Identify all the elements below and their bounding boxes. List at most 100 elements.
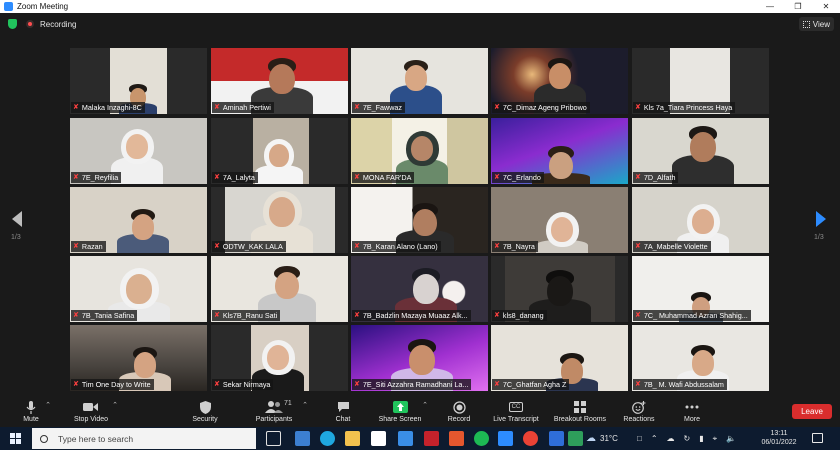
file-explorer-icon[interactable] (345, 431, 360, 446)
record-button[interactable]: Record (445, 398, 473, 427)
live-transcript-button[interactable]: CC Live Transcript (489, 398, 543, 427)
person-face (269, 144, 289, 167)
participant-tile[interactable]: ✘ 7E_Reyfilia (70, 118, 207, 184)
store-app-icon[interactable] (371, 431, 386, 446)
onedrive-icon[interactable]: ☁ (667, 434, 675, 443)
participant-tile[interactable]: ✘ Sekar Nirmaya (211, 325, 348, 391)
muted-mic-icon: ✘ (494, 104, 500, 111)
person-face (132, 214, 154, 240)
participant-tile[interactable]: ✘ 7C_ Muhammad Azran Shahig... (632, 256, 769, 322)
participant-tile[interactable]: ✘ Kls7B_Ranu Sati (211, 256, 348, 322)
meeting-top-bar: Recording View (0, 13, 840, 35)
participant-tile[interactable]: ✘ Aminah Pertiwi (211, 48, 348, 114)
zoom-taskbar-icon[interactable] (498, 431, 513, 446)
person-face (549, 151, 573, 180)
participant-name-tag: ✘ Sekar Nirmaya (212, 379, 274, 390)
security-label: Security (192, 416, 218, 423)
participant-name: Kls7B_Ranu Sati (222, 311, 278, 320)
video-options-caret[interactable]: ⌃ (111, 398, 119, 427)
maximize-icon[interactable]: ❐ (784, 0, 812, 13)
search-icon (40, 434, 48, 443)
participant-tile[interactable]: ✘ Malaka Inzaghi-8C (70, 48, 207, 114)
encryption-shield-icon[interactable] (8, 19, 17, 29)
window-controls: — ❐ ✕ (756, 0, 840, 13)
page-indicator-left: 1/3 (11, 234, 21, 241)
muted-mic-icon: ✘ (354, 104, 360, 111)
participants-options-caret[interactable]: ⌃ (301, 398, 309, 427)
person-face (692, 350, 714, 376)
task-view-icon[interactable] (266, 431, 281, 446)
participant-tile[interactable]: ✘ 7B_Badzlin Mazaya Muaaz Alk... (351, 256, 488, 322)
stop-video-button[interactable]: Stop Video (70, 398, 112, 427)
office-icon[interactable] (449, 431, 464, 446)
mcafee-icon[interactable] (424, 431, 439, 446)
mute-options-caret[interactable]: ⌃ (44, 398, 52, 427)
reactions-button[interactable]: Reactions (621, 398, 657, 427)
notification-icon[interactable] (812, 433, 823, 443)
l-app-icon[interactable] (398, 431, 413, 446)
view-button[interactable]: View (798, 17, 834, 31)
participant-tile[interactable]: ✘ Kls 7a_Tiara Princess Haya (632, 48, 769, 114)
participant-tile[interactable]: ✘ 7B_ M. Wafi Abdussalam (632, 325, 769, 391)
share-options-caret[interactable]: ⌃ (421, 398, 429, 427)
muted-mic-icon: ✘ (73, 243, 79, 250)
wifi-icon[interactable]: ⌖ (713, 434, 718, 444)
participant-tile[interactable]: ✘ Tim One Day to Write (70, 325, 207, 391)
participant-name-tag: ✘ 7C_ Muhammad Azran Shahig... (633, 310, 751, 321)
chat-button[interactable]: Chat (330, 398, 356, 427)
participant-name: 7C_ Muhammad Azran Shahig... (643, 311, 748, 320)
muted-mic-icon: ✘ (214, 312, 220, 319)
leave-button[interactable]: Leave (792, 404, 832, 419)
share-screen-button[interactable]: Share Screen (375, 398, 425, 427)
edge-browser-icon[interactable] (320, 431, 335, 446)
windows-start-icon[interactable] (10, 433, 21, 444)
chrome-icon[interactable] (523, 431, 538, 446)
participant-tile[interactable]: ✘ kls8_danang (491, 256, 628, 322)
person-face (549, 63, 571, 89)
participant-name: Tim One Day to Write (81, 380, 151, 389)
word-icon[interactable] (549, 431, 564, 446)
participant-name: 7D_Alfath (643, 173, 676, 182)
next-page-icon[interactable] (815, 211, 827, 227)
participant-tile[interactable]: ✘ Razan (70, 187, 207, 253)
breakout-rooms-button[interactable]: Breakout Rooms (550, 398, 610, 427)
taskbar-search-box[interactable]: Type here to search (32, 428, 256, 449)
participant-tile[interactable]: ✘ 7C_Dimaz Ageng Pribowo (491, 48, 628, 114)
participant-tile[interactable]: ✘ 7A_Mabelle Violette (632, 187, 769, 253)
mute-button[interactable]: Mute (18, 398, 44, 427)
meet-now-icon[interactable]: □ (637, 434, 642, 443)
battery-icon[interactable]: ▮ (699, 434, 703, 443)
chevron-up-icon: ⌃ (302, 402, 308, 409)
minimize-icon[interactable]: — (756, 0, 784, 13)
participant-tile[interactable]: ✘ 7E_Fawwaz (351, 48, 488, 114)
muted-mic-icon: ✘ (635, 381, 641, 388)
recording-indicator[interactable]: Recording (26, 17, 76, 31)
participant-tile[interactable]: ✘ MONA FAR'DA (351, 118, 488, 184)
participant-name: Razan (81, 242, 103, 251)
participant-tile[interactable]: ✘ 7B_Karan Alano (Lano) (351, 187, 488, 253)
participant-tile[interactable]: ✘ 7D_Alfath (632, 118, 769, 184)
participant-tile[interactable]: ✘ 7A_Lalyta (211, 118, 348, 184)
security-button[interactable]: Security (189, 398, 221, 427)
participant-tile[interactable]: ✘ 7B_Nayra (491, 187, 628, 253)
participant-tile[interactable]: ✘ 7E_Siti Azzahra Ramadhani La... (351, 325, 488, 391)
sync-icon[interactable]: ↻ (684, 434, 691, 443)
participant-tile[interactable]: ✘ 7C_Erlando (491, 118, 628, 184)
more-button[interactable]: More (680, 398, 704, 427)
taskbar-clock[interactable]: 13:11 06/01/2022 (757, 429, 801, 447)
muted-mic-icon: ✘ (494, 312, 500, 319)
participant-tile[interactable]: ✘ 7B_Tania Safina (70, 256, 207, 322)
muted-mic-icon: ✘ (354, 381, 360, 388)
previous-page-icon[interactable] (11, 211, 23, 227)
excel-icon[interactable] (568, 431, 583, 446)
volume-icon[interactable]: 🔈 (726, 434, 736, 443)
participant-name: 7A_Mabelle Violette (643, 242, 708, 251)
show-hidden-icons-chevron-icon[interactable]: ⌃ (651, 434, 658, 443)
participant-tile[interactable]: ✘ 7C_Ghatfan Agha Z (491, 325, 628, 391)
calendar-app-icon[interactable] (295, 431, 310, 446)
close-icon[interactable]: ✕ (812, 0, 840, 13)
weather-widget[interactable]: ☁ 31°C (586, 427, 618, 450)
stop-video-label: Stop Video (73, 416, 109, 423)
spotify-icon[interactable] (474, 431, 489, 446)
participant-tile[interactable]: ✘ ODTW_KAK LALA (211, 187, 348, 253)
